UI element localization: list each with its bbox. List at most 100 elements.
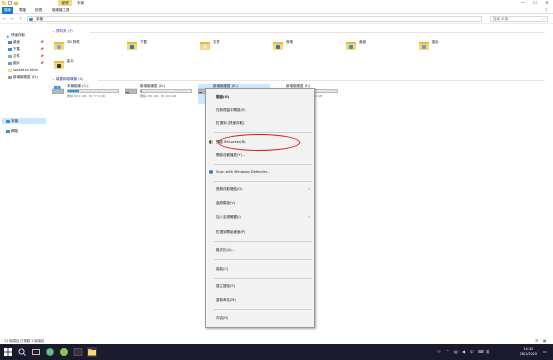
menu-item-give-access[interactable]: 授與存取權給(G) › bbox=[206, 185, 314, 193]
folder-downloads-label[interactable]: 下載 bbox=[140, 40, 147, 45]
people-icon[interactable]: ⚇ bbox=[437, 349, 441, 355]
folder-desktop-label[interactable]: 桌面 bbox=[359, 40, 366, 45]
drive-usage-fill bbox=[141, 90, 142, 92]
up-button[interactable]: ↑ bbox=[18, 16, 23, 22]
sidebar-item-network[interactable]: 網路 bbox=[6, 128, 18, 134]
bitlocker-shield-icon bbox=[209, 140, 213, 144]
sidebar-item-pictures[interactable]: 圖片 bbox=[8, 60, 20, 66]
file-explorer-icon[interactable] bbox=[87, 347, 97, 357]
folder-3d-objects-label[interactable]: 3D 物件 bbox=[67, 40, 80, 45]
folder-documents-icon[interactable] bbox=[200, 41, 210, 50]
folder-3d-objects-icon[interactable] bbox=[54, 41, 64, 50]
new-folder-icon[interactable] bbox=[14, 1, 18, 5]
help-icon[interactable]: ? bbox=[545, 8, 547, 13]
details-view-icon[interactable]: ☰ bbox=[535, 339, 538, 343]
search-icon: ⌕ bbox=[543, 17, 545, 21]
menu-item-copy[interactable]: 複製(C) bbox=[206, 265, 314, 273]
large-icons-view-icon[interactable]: ▦ bbox=[543, 339, 546, 343]
menu-item-properties[interactable]: 內容(R) bbox=[206, 314, 314, 322]
address-row: ← → ↑ 本機 搜尋 本機 ⌕ bbox=[0, 15, 553, 24]
sidebar-item-drive-d[interactable]: 新增磁碟區 (D:) bbox=[8, 74, 38, 80]
search-input[interactable]: 搜尋 本機 ⌕ bbox=[490, 16, 548, 22]
menu-item-pin-start[interactable]: 釘選到開始畫面(P) bbox=[206, 228, 314, 236]
ime-indicator[interactable]: 中 bbox=[470, 349, 474, 355]
folder-music-label[interactable]: 音樂 bbox=[286, 40, 293, 45]
menu-item-pin-quick-access[interactable]: 釘選到 [快速存取] bbox=[206, 119, 314, 127]
volume-icon[interactable]: ◀ bbox=[462, 349, 465, 355]
chrome-icon[interactable] bbox=[45, 347, 55, 357]
forward-button[interactable]: → bbox=[9, 16, 14, 22]
menu-item-restore-previous[interactable]: 還原舊版(V) bbox=[206, 199, 314, 207]
notification-icon[interactable]: ▭ bbox=[543, 349, 547, 355]
maximize-button[interactable]: ☐ bbox=[530, 0, 540, 6]
tab-file[interactable]: 檔案 bbox=[2, 7, 13, 14]
address-path: 本機 bbox=[36, 17, 43, 21]
drives-group-header[interactable]: ⌄ 裝置和磁碟機 (4) bbox=[52, 77, 83, 82]
sidebar-item-label: socket.io-html bbox=[13, 68, 38, 72]
sidebar-item-downloads[interactable]: 下載 bbox=[8, 46, 20, 52]
folder-downloads-icon[interactable] bbox=[127, 41, 137, 50]
menu-item-open[interactable]: 開啟(O) bbox=[206, 93, 314, 101]
folder-videos-label[interactable]: 影片 bbox=[67, 59, 74, 64]
sidebar-item-socket-io-html[interactable]: socket.io-html bbox=[8, 67, 38, 73]
sidebar-item-label: 桌面 bbox=[13, 40, 20, 44]
pin-icon: 📌 bbox=[40, 61, 44, 65]
chevron-right-icon: › bbox=[308, 186, 310, 191]
minimize-button[interactable]: — bbox=[518, 0, 528, 6]
sidebar-item-label: 文件 bbox=[13, 54, 20, 58]
properties-icon[interactable] bbox=[8, 1, 12, 5]
back-button[interactable]: ← bbox=[2, 16, 7, 22]
sidebar-item-desktop[interactable]: 桌面 bbox=[8, 39, 20, 45]
menu-item-open-new-window[interactable]: 在新視窗中開啟(E) bbox=[206, 106, 314, 114]
folder-pictures-label[interactable]: 圖片 bbox=[432, 40, 439, 45]
sidebar-item-label: 新增磁碟區 (D:) bbox=[13, 75, 39, 79]
network-tray-icon[interactable]: ▤ bbox=[454, 349, 458, 355]
menu-separator bbox=[214, 181, 312, 182]
drive-usage-bar bbox=[140, 89, 192, 93]
green-app-icon[interactable] bbox=[59, 347, 69, 357]
folder-desktop-icon[interactable] bbox=[346, 41, 356, 50]
terminal-icon[interactable] bbox=[73, 347, 83, 357]
folders-group-header[interactable]: ⌄ 資料夾 (7) bbox=[52, 29, 73, 34]
chevron-right-icon: › bbox=[308, 214, 310, 219]
folder-pictures-icon[interactable] bbox=[419, 41, 429, 50]
folder-music-icon[interactable] bbox=[273, 41, 283, 50]
keyboard-icon[interactable]: ⌨ bbox=[478, 349, 484, 355]
menu-item-create-shortcut[interactable]: 建立捷徑(S) bbox=[206, 282, 314, 290]
menu-item-autoplay[interactable]: 開啟自動播放(Y)... bbox=[206, 151, 314, 159]
start-icon[interactable] bbox=[3, 347, 13, 357]
desktop-icon bbox=[8, 40, 12, 44]
ribbon-tabs: 檔案 電腦 檢視 磁碟機工具 ? bbox=[0, 7, 553, 14]
group-divider bbox=[98, 80, 545, 81]
drive-d[interactable]: 新增磁碟區 (D:) 剩餘 201 GB，共 204 GB bbox=[124, 84, 197, 104]
explorer-icon bbox=[2, 1, 6, 5]
sidebar-item-documents[interactable]: 文件 bbox=[8, 53, 20, 59]
windows-drive-icon bbox=[51, 86, 65, 95]
tray-chevron-icon[interactable]: ⌃ bbox=[446, 349, 449, 355]
sidebar-item-quick-access[interactable]: ★快速存取 bbox=[6, 32, 25, 39]
sidebar-item-this-pc[interactable]: 本機 bbox=[6, 118, 18, 124]
manage-tab[interactable]: 管理 bbox=[58, 0, 72, 6]
drive-usage-fill bbox=[68, 90, 79, 92]
sidebar-item-label: 圖片 bbox=[13, 61, 20, 65]
tab-drive-tools[interactable]: 磁碟機工具 bbox=[50, 7, 72, 14]
clock[interactable]: 14:32 26/1/2020 bbox=[520, 347, 537, 357]
tab-computer[interactable]: 電腦 bbox=[17, 7, 28, 14]
pin-icon: 📌 bbox=[40, 54, 44, 58]
menu-item-scan-defender[interactable]: Scan with Windows Defender... bbox=[206, 168, 314, 176]
close-button[interactable]: ✕ bbox=[542, 0, 552, 6]
search-icon[interactable] bbox=[17, 347, 27, 357]
folder-documents-label[interactable]: 文件 bbox=[213, 40, 220, 45]
drive-c[interactable]: 本機磁碟 (C:) 剩餘 60.4 GB，共 77.0 GB bbox=[51, 84, 124, 104]
network-icon bbox=[6, 129, 10, 133]
task-view-icon[interactable] bbox=[31, 347, 41, 357]
menu-item-include-library[interactable]: 加入至媒體櫃(I) › bbox=[206, 213, 314, 221]
address-bar[interactable]: 本機 bbox=[27, 16, 482, 22]
menu-item-rename[interactable]: 重新命名(M) bbox=[206, 296, 314, 304]
folder-videos-icon[interactable] bbox=[54, 60, 64, 69]
tab-view[interactable]: 檢視 bbox=[33, 7, 44, 14]
input-mode-indicator[interactable]: 英 bbox=[486, 349, 490, 355]
sidebar-item-label: 網路 bbox=[11, 129, 18, 133]
drive-icon bbox=[8, 75, 12, 79]
menu-item-format[interactable]: 格式化(A)... bbox=[206, 246, 314, 254]
